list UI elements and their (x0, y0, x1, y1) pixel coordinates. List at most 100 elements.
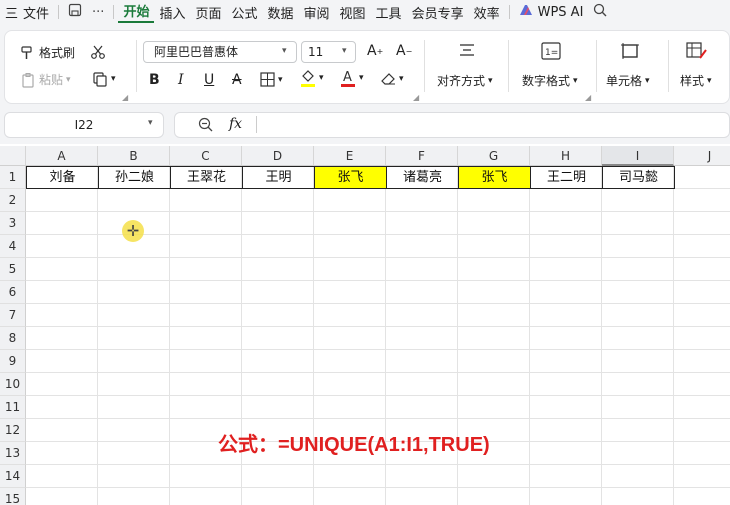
cell-e11[interactable] (314, 396, 386, 419)
cell-d7[interactable] (242, 304, 314, 327)
cell-i1[interactable]: 司马懿 (602, 166, 675, 189)
cell-c14[interactable] (170, 465, 242, 488)
cell-f1[interactable]: 诸葛亮 (386, 166, 459, 189)
zoom-icon[interactable] (198, 117, 213, 132)
cell-b10[interactable] (98, 373, 170, 396)
cell-i8[interactable] (602, 327, 674, 350)
cell-a3[interactable] (26, 212, 98, 235)
cell-j7[interactable] (674, 304, 730, 327)
cell-i11[interactable] (602, 396, 674, 419)
row-header-1[interactable]: 1 (0, 166, 26, 189)
cell-e14[interactable] (314, 465, 386, 488)
cell-b14[interactable] (98, 465, 170, 488)
cell-b13[interactable] (98, 442, 170, 465)
font-dialog-launcher-icon[interactable]: ◢ (413, 93, 419, 102)
cell-e5[interactable] (314, 258, 386, 281)
tab-formula[interactable]: 公式 (226, 3, 262, 22)
cell-f14[interactable] (386, 465, 458, 488)
cell-a10[interactable] (26, 373, 98, 396)
cell-c4[interactable] (170, 235, 242, 258)
cell-g9[interactable] (458, 350, 530, 373)
cell-i9[interactable] (602, 350, 674, 373)
cell-g3[interactable] (458, 212, 530, 235)
cell-d15[interactable] (242, 488, 314, 505)
cell-c8[interactable] (170, 327, 242, 350)
row-header-13[interactable]: 13 (0, 442, 26, 465)
cell-h4[interactable] (530, 235, 602, 258)
cell-a12[interactable] (26, 419, 98, 442)
cell-j2[interactable] (674, 189, 730, 212)
cell-e4[interactable] (314, 235, 386, 258)
cell-c6[interactable] (170, 281, 242, 304)
cell-j14[interactable] (674, 465, 730, 488)
cell-j12[interactable] (674, 419, 730, 442)
cell-e6[interactable] (314, 281, 386, 304)
cell-j13[interactable] (674, 442, 730, 465)
select-all-corner[interactable] (0, 146, 26, 166)
cell-i13[interactable] (602, 442, 674, 465)
cell-f3[interactable] (386, 212, 458, 235)
increase-font-icon[interactable]: A + (367, 43, 383, 59)
font-size-select[interactable]: 11 (301, 41, 356, 63)
cell-i6[interactable] (602, 281, 674, 304)
cell-i10[interactable] (602, 373, 674, 396)
cell-b11[interactable] (98, 396, 170, 419)
cell-f15[interactable] (386, 488, 458, 505)
clipboard-dialog-launcher-icon[interactable]: ◢ (122, 93, 128, 102)
cell-j5[interactable] (674, 258, 730, 281)
tab-view[interactable]: 视图 (335, 3, 371, 22)
cell-h2[interactable] (530, 189, 602, 212)
cell-e15[interactable] (314, 488, 386, 505)
cell-f5[interactable] (386, 258, 458, 281)
cell-j9[interactable] (674, 350, 730, 373)
cell-b9[interactable] (98, 350, 170, 373)
row-header-15[interactable]: 15 (0, 488, 26, 505)
save-icon[interactable] (63, 3, 87, 21)
row-header-5[interactable]: 5 (0, 258, 26, 281)
row-header-10[interactable]: 10 (0, 373, 26, 396)
cell-f11[interactable] (386, 396, 458, 419)
cell-j6[interactable] (674, 281, 730, 304)
cell-a1[interactable]: 刘备 (26, 166, 99, 189)
row-header-4[interactable]: 4 (0, 235, 26, 258)
tab-review[interactable]: 审阅 (299, 3, 335, 22)
cell-a2[interactable] (26, 189, 98, 212)
cell-g11[interactable] (458, 396, 530, 419)
column-header-j[interactable]: J (674, 146, 730, 166)
cell-j8[interactable] (674, 327, 730, 350)
cell-g5[interactable] (458, 258, 530, 281)
number-format-button[interactable]: 数字格式 ▾ (522, 72, 578, 89)
cell-a6[interactable] (26, 281, 98, 304)
cell-a9[interactable] (26, 350, 98, 373)
cell-i4[interactable] (602, 235, 674, 258)
cell-c1[interactable]: 王翠花 (170, 166, 243, 189)
cell-f7[interactable] (386, 304, 458, 327)
fill-color-button[interactable]: ▾ (300, 68, 324, 88)
column-header-f[interactable]: F (386, 146, 458, 166)
cell-e10[interactable] (314, 373, 386, 396)
cell-g6[interactable] (458, 281, 530, 304)
cell-e7[interactable] (314, 304, 386, 327)
tab-data[interactable]: 数据 (263, 3, 299, 22)
cell-e3[interactable] (314, 212, 386, 235)
row-header-3[interactable]: 3 (0, 212, 26, 235)
cell-c5[interactable] (170, 258, 242, 281)
search-icon[interactable] (588, 3, 612, 21)
cell-g15[interactable] (458, 488, 530, 505)
cell-h10[interactable] (530, 373, 602, 396)
cell-h14[interactable] (530, 465, 602, 488)
cell-g14[interactable] (458, 465, 530, 488)
row-header-11[interactable]: 11 (0, 396, 26, 419)
tab-page[interactable]: 页面 (190, 3, 226, 22)
cell-d5[interactable] (242, 258, 314, 281)
cell-d8[interactable] (242, 327, 314, 350)
row-header-14[interactable]: 14 (0, 465, 26, 488)
cell-d1[interactable]: 王明 (242, 166, 315, 189)
column-header-b[interactable]: B (98, 146, 170, 166)
cell-d4[interactable] (242, 235, 314, 258)
font-name-select[interactable]: 阿里巴巴普惠体 (143, 41, 297, 63)
cell-h3[interactable] (530, 212, 602, 235)
cell-c2[interactable] (170, 189, 242, 212)
cell-d10[interactable] (242, 373, 314, 396)
column-header-h[interactable]: H (530, 146, 602, 166)
